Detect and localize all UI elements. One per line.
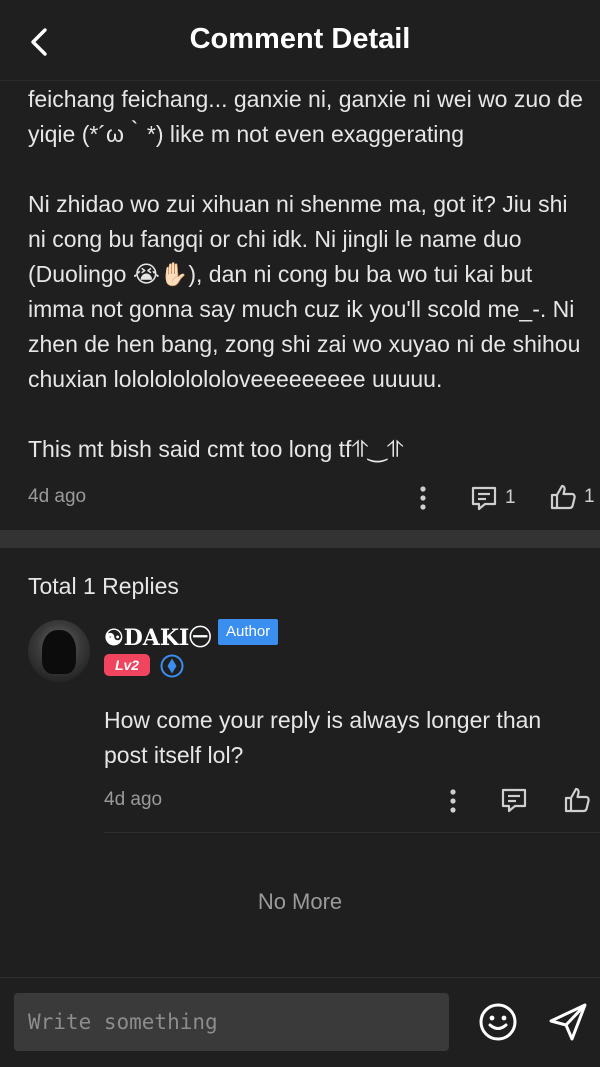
comment-time: 4d ago: [28, 486, 87, 507]
composer-bar: [0, 977, 600, 1067]
emoji-icon: [479, 1003, 517, 1041]
page-title: Comment Detail: [189, 23, 411, 55]
reply-count: 1: [505, 487, 516, 508]
comment-icon: [471, 486, 497, 511]
reply-like-button[interactable]: [563, 786, 591, 814]
like-count: 1: [584, 486, 595, 507]
emoji-button[interactable]: [476, 1000, 520, 1044]
comment-icon: [501, 788, 527, 813]
reply-username[interactable]: ☯DAKI㊀: [104, 620, 211, 652]
comment-like-button[interactable]: 1: [549, 483, 595, 511]
avatar[interactable]: [28, 620, 90, 682]
reply-separator: [104, 832, 600, 833]
comment-reply-button[interactable]: 1: [470, 484, 516, 512]
replies-header: Total 1 Replies: [28, 573, 179, 599]
comment-text: feichang feichang... ganxie ni, ganxie n…: [28, 86, 583, 462]
write-input[interactable]: [14, 993, 449, 1051]
more-vertical-icon: [450, 789, 456, 813]
send-icon: [549, 1003, 587, 1041]
comment-more-button[interactable]: [413, 483, 433, 513]
reply-comment-button[interactable]: [500, 786, 528, 814]
section-divider: [0, 530, 600, 548]
comment-meta: 4d ago 1 1: [28, 478, 600, 518]
header-bar: Comment Detail: [0, 0, 600, 81]
thumb-up-icon: [550, 484, 576, 510]
level-badge: Lv2: [104, 654, 150, 676]
reply-more-button[interactable]: [443, 786, 463, 816]
no-more-label: No More: [257, 889, 343, 914]
send-button[interactable]: [546, 1000, 590, 1044]
thumb-up-icon: [564, 787, 590, 813]
more-vertical-icon: [420, 486, 426, 510]
reply-meta: 4d ago: [104, 786, 600, 816]
verified-icon: [160, 654, 184, 678]
reply-time: 4d ago: [104, 789, 163, 810]
reply-text: How come your reply is always longer tha…: [104, 707, 542, 768]
author-badge: Author: [218, 619, 279, 645]
